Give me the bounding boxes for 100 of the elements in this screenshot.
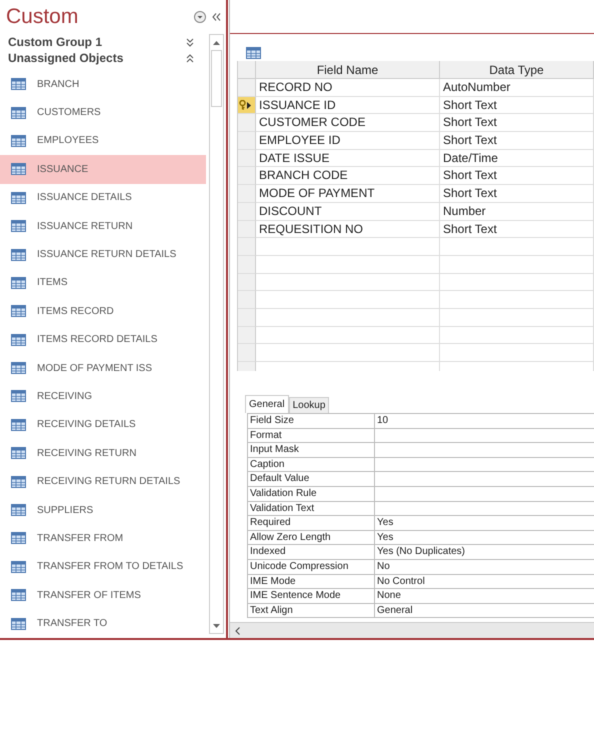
table-icon: [11, 192, 26, 204]
nav-item[interactable]: ISSUANCE DETAILS: [0, 184, 206, 212]
nav-item[interactable]: TRANSFER FROM: [0, 524, 206, 553]
table-cell[interactable]: [256, 344, 440, 362]
nav-item[interactable]: CUSTOMERS: [0, 98, 206, 127]
property-label: Required: [248, 516, 375, 531]
column-header: Data Type: [440, 61, 594, 79]
table-cell[interactable]: [256, 308, 440, 327]
table-cell[interactable]: [440, 238, 594, 256]
property-label: Text Align: [248, 604, 375, 618]
table-cell[interactable]: Short Text: [440, 220, 594, 238]
table-cell[interactable]: MODE OF PAYMENT: [256, 185, 440, 203]
table-icon: [11, 248, 26, 261]
chevron-up-icon[interactable]: [186, 54, 194, 62]
dropdown-icon[interactable]: [194, 11, 206, 23]
scroll-up-icon[interactable]: [212, 40, 220, 44]
table-cell[interactable]: [256, 326, 440, 344]
table-cell[interactable]: Short Text: [440, 96, 594, 114]
table-cell[interactable]: DATE ISSUE: [256, 150, 440, 168]
table-icon: [11, 106, 26, 119]
table-cell[interactable]: [440, 344, 594, 362]
property-value[interactable]: No Control: [375, 574, 594, 590]
tab[interactable]: Lookup: [288, 397, 330, 413]
table-cell[interactable]: Short Text: [440, 132, 594, 150]
table-cell[interactable]: DISCOUNT: [256, 202, 440, 220]
table-cell[interactable]: [256, 291, 440, 309]
pane-title: Custom: [6, 5, 80, 29]
property-label: Allow Zero Length: [248, 530, 375, 546]
nav-item[interactable]: BRANCH: [0, 70, 206, 98]
table-icon: [11, 476, 26, 488]
vertical-scrollbar[interactable]: [208, 34, 224, 634]
table-cell[interactable]: [440, 291, 594, 309]
property-label: IME Mode: [248, 574, 375, 590]
property-label: Validation Rule: [248, 486, 375, 502]
table-cell[interactable]: BRANCH CODE: [256, 167, 440, 186]
group-header[interactable]: Unassigned Objects: [8, 51, 186, 65]
table-cell[interactable]: [440, 274, 594, 292]
nav-item[interactable]: ITEMS RECORD DETAILS: [0, 326, 206, 354]
nav-item[interactable]: EMPLOYEES: [0, 126, 206, 156]
table-cell[interactable]: Number: [440, 202, 594, 220]
property-value[interactable]: Yes: [375, 516, 594, 531]
nav-item[interactable]: ISSUANCE RETURN DETAILS: [0, 240, 206, 269]
table-cell[interactable]: REQUESITION NO: [256, 220, 440, 238]
chevron-down-icon[interactable]: [186, 38, 194, 46]
property-label: Indexed: [248, 545, 375, 560]
property-label: Validation Text: [248, 502, 375, 516]
scroll-thumb[interactable]: [210, 50, 222, 107]
table-cell[interactable]: CUSTOMER CODE: [256, 114, 440, 132]
nav-item[interactable]: TRANSFER FROM TO DETAILS: [0, 552, 206, 582]
property-value[interactable]: None: [375, 589, 594, 604]
table-icon: [11, 334, 26, 346]
current-row-icon: [247, 102, 251, 109]
nav-item[interactable]: RECEIVING RETURN: [0, 439, 206, 468]
table-cell[interactable]: [256, 256, 440, 274]
property-label: Field Size: [248, 414, 375, 429]
table-cell[interactable]: RECORD NO: [256, 79, 440, 97]
table-cell[interactable]: [440, 308, 594, 327]
nav-item[interactable]: ITEMS RECORD: [0, 297, 206, 326]
table-cell[interactable]: ISSUANCE ID: [256, 96, 440, 114]
table-cell[interactable]: EMPLOYEE ID: [256, 132, 440, 150]
scroll-down-icon[interactable]: [212, 624, 220, 628]
table-icon: [11, 418, 26, 431]
property-label: Default Value: [248, 472, 375, 487]
table-icon: [11, 589, 26, 602]
nav-item[interactable]: RECEIVING: [0, 382, 206, 411]
group-header[interactable]: Custom Group 1: [8, 35, 186, 49]
table-cell[interactable]: AutoNumber: [440, 79, 594, 97]
table-cell[interactable]: [256, 274, 440, 292]
property-value[interactable]: Yes: [375, 530, 594, 546]
property-value[interactable]: Yes (No Duplicates): [375, 545, 594, 560]
nav-item[interactable]: MODE OF PAYMENT ISS: [0, 354, 206, 382]
table-icon: [11, 134, 26, 147]
table-cell[interactable]: [256, 238, 440, 256]
nav-item[interactable]: ISSUANCE: [0, 155, 206, 184]
table-cell[interactable]: Short Text: [440, 167, 594, 186]
horizontal-scrollbar[interactable]: [230, 622, 594, 638]
nav-item[interactable]: RECEIVING RETURN DETAILS: [0, 467, 206, 496]
row-selector[interactable]: [238, 96, 256, 114]
nav-item[interactable]: TRANSFER TO: [0, 609, 206, 638]
nav-item[interactable]: TRANSFER OF ITEMS: [0, 581, 206, 610]
table-icon: [11, 362, 26, 374]
nav-item[interactable]: ITEMS: [0, 268, 206, 298]
property-value[interactable]: No: [375, 560, 594, 575]
table-cell[interactable]: [440, 326, 594, 344]
nav-item[interactable]: SUPPLIERS: [0, 496, 206, 524]
property-value[interactable]: 10: [375, 414, 594, 429]
table-cell[interactable]: [440, 256, 594, 274]
table-icon: [11, 390, 26, 402]
nav-item[interactable]: RECEIVING DETAILS: [0, 410, 206, 440]
property-label: Unicode Compression: [248, 560, 375, 575]
property-label: Input Mask: [248, 443, 375, 458]
tab[interactable]: General: [245, 395, 289, 413]
table-cell[interactable]: Date/Time: [440, 150, 594, 168]
property-value[interactable]: General: [375, 604, 594, 618]
collapse-pane-icon[interactable]: [212, 13, 220, 21]
table-cell[interactable]: Short Text: [440, 185, 594, 203]
table-cell[interactable]: Short Text: [440, 114, 594, 132]
nav-item[interactable]: ISSUANCE RETURN: [0, 212, 206, 240]
table-icon: [11, 532, 26, 544]
scroll-left-icon[interactable]: [235, 626, 240, 634]
